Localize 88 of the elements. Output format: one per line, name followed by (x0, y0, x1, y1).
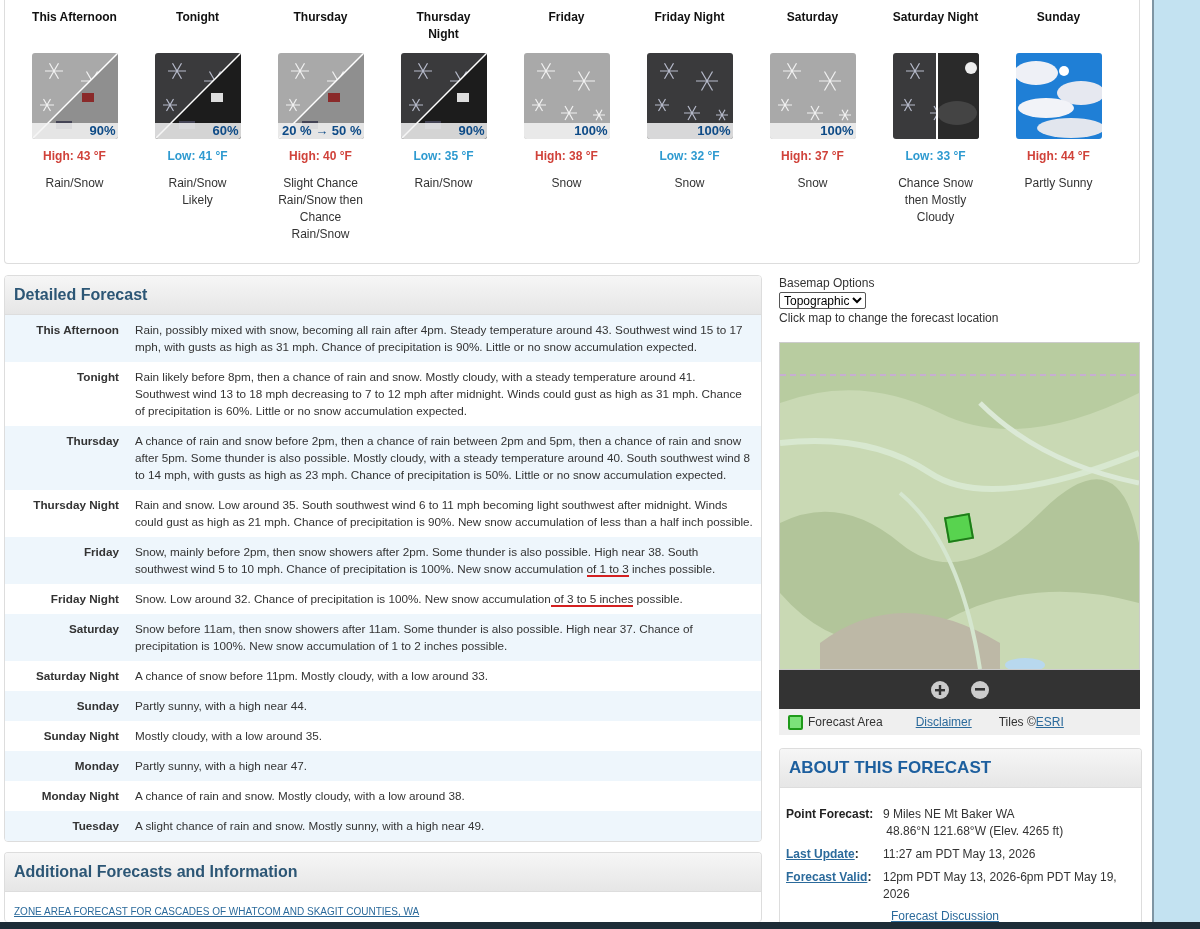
zoom-out-button[interactable] (970, 680, 989, 699)
forecast-summary: Slight Chance Rain/Snow then Chance Rain/Snow (277, 175, 364, 243)
period-label: Sunday (75, 698, 119, 714)
precip-chance: 100% (697, 123, 731, 139)
period-label: Sunday Night (42, 728, 119, 744)
period-label: Friday Night (49, 591, 119, 607)
period-label: Tuesday (71, 818, 119, 834)
legend-label: Forecast Area (808, 715, 883, 729)
period-label: Friday (82, 544, 119, 560)
precip-chance: 90% (458, 123, 485, 139)
minus-icon (974, 688, 985, 691)
period-name: Thursday Night (416, 9, 471, 43)
about-value: 11:27 am PDT May 13, 2026 (883, 846, 1037, 863)
panel-title: Additional Forecasts and Information (14, 863, 298, 881)
period-label: This Afternoon (35, 322, 119, 338)
esri-link[interactable]: ESRI (1035, 715, 1064, 729)
precip-chance: 20 % → 50 % (282, 123, 362, 139)
forecast-summary: Partly Sunny (1023, 175, 1094, 192)
precip-chance: 100% (820, 123, 854, 139)
disclaimer-link[interactable]: Disclaimer (915, 715, 972, 729)
period-name: Tonight (175, 9, 220, 26)
period-name: Sunday (1036, 9, 1081, 26)
basemap-select[interactable]: Topographic (779, 292, 866, 309)
label-colon: : (854, 847, 859, 861)
period-label: Thursday Night (32, 497, 119, 513)
temperature: Low: 35 °F (413, 149, 474, 163)
period-name: Saturday (786, 9, 839, 26)
temperature: High: 37 °F (781, 149, 844, 163)
forecast-summary: Chance Snow then Mostly Cloudy (897, 175, 974, 226)
panel-title: Detailed Forecast (14, 286, 148, 304)
forecast-text: Rain, possibly mixed with snow, becoming all rain after 4pm. Steady temperature around 43. Southwest wind 15 to 17 mph, with gusts as high as 31 mph. Chance of precipitation is 90%. Little or no snow accumulation expected. (135, 322, 744, 355)
period-label: Saturday Night (34, 668, 119, 684)
forecast-summary: Snow (673, 175, 706, 192)
forecast-text: A chance of rain and snow before 2pm, then a chance of rain between 2pm and 5pm, then a chance of rain and snow after 5pm. Some thunder is also possible. Mostly cloudy, with a steady temperature around 40. South southwest wind 8 to 14 mph, with gusts as high as 23 mph. Chance of precipitation is 50%. Little or no snow accumulation expected. (135, 433, 751, 483)
forecast-text: Partly sunny, with a high near 47. (135, 758, 308, 774)
temperature: High: 43 °F (43, 149, 106, 163)
forecast-text: Rain and snow. Low around 35. South southwest wind 6 to 11 mph becoming light southwest after midnight. Winds could gust as high as 21 mph. Chance of precipitation is 90%. New snow accumulation of less than a half inch possible. (135, 497, 753, 530)
precip-chance: 90% (89, 123, 116, 139)
forecast-text: Partly sunny, with a high near 44. (135, 698, 308, 714)
period-name: Saturday Night (892, 9, 979, 26)
forecast-summary: Snow (550, 175, 583, 192)
forecast-text: Snow, mainly before 2pm, then snow showers after 2pm. Some thunder is also possible. High near 38. South southwest wind 5 to 10 mph. Chance of precipitation is 100%. New snow accumulation of 1 to 3 inches possible. (135, 544, 717, 577)
period-name: Friday (548, 9, 585, 26)
forecast-text: Snow before 11am, then snow showers after 11am. Some thunder is also possible. High near 37. Chance of precipitation is 100%. New snow accumulation of 1 to 2 inches possible. (135, 621, 694, 654)
forecast-summary: Rain/Snow (44, 175, 105, 192)
temperature: High: 40 °F (289, 149, 352, 163)
precip-chance: 60% (212, 123, 239, 139)
temperature: Low: 33 °F (905, 149, 966, 163)
period-label: Monday (73, 758, 119, 774)
forecast-text: Rain likely before 8pm, then a chance of rain and snow. Mostly cloudy, with a steady temperature around 41. Southwest wind 13 to 18 mph decreasing to 7 to 12 mph after midnight. Winds could gust as high as 31 mph. Chance of precipitation is 60%. Little or no snow accumulation expected. (135, 369, 743, 419)
about-value: 9 Miles NE Mt Baker WA (883, 806, 1016, 823)
forecast-summary: Rain/Snow (413, 175, 474, 192)
forecast-text: Mostly cloudy, with a low around 35. (135, 728, 323, 744)
panel-title: ABOUT THIS FORECAST (789, 758, 992, 778)
forecast-summary: Snow (796, 175, 829, 192)
temperature: High: 38 °F (535, 149, 598, 163)
forecast-text: Snow. Low around 32. Chance of precipitation is 100%. New snow accumulation of 3 to 5 inches possible. (135, 591, 684, 607)
forecast-text: A chance of snow before 11pm. Mostly cloudy, with a low around 33. (135, 668, 489, 684)
period-name: Friday Night (654, 9, 725, 26)
zone-forecast-link[interactable]: ZONE AREA FORECAST FOR CASCADES OF WHATCOM AND SKAGIT COUNTIES, WA (14, 906, 420, 917)
about-value: 48.86°N 121.68°W (Elev. 4265 ft) (885, 823, 1065, 840)
forecast-summary: Rain/Snow Likely (167, 175, 228, 209)
period-name: Thursday (293, 9, 348, 26)
period-label: Thursday (65, 433, 119, 449)
period-name: This Afternoon (32, 9, 117, 26)
forecast-area-swatch-icon (788, 714, 803, 730)
temperature: Low: 41 °F (167, 149, 228, 163)
about-label-link[interactable]: Last Update (786, 847, 855, 861)
temperature: High: 44 °F (1027, 149, 1090, 163)
plus-icon (934, 684, 945, 695)
forecast-discussion-link[interactable]: Forecast Discussion (891, 909, 1141, 922)
basemap-label: Basemap Options (779, 275, 876, 291)
about-value: 12pm PDT May 13, 2026-6pm PDT May 19, 2026 (883, 869, 1118, 903)
map-hint: Click map to change the forecast location (779, 310, 1000, 326)
tiles-credit: Tiles © (998, 715, 1036, 729)
period-label: Monday Night (40, 788, 119, 804)
snow-and-moon-icon (892, 53, 979, 139)
period-label: Tonight (76, 369, 119, 385)
forecast-text: A slight chance of rain and snow. Mostly sunny, with a high near 49. (135, 818, 486, 834)
label-colon: : (867, 870, 872, 884)
temperature: Low: 32 °F (659, 149, 720, 163)
period-label: Saturday (68, 621, 119, 637)
precip-chance: 100% (574, 123, 608, 139)
about-label: Point Forecast: (786, 807, 874, 821)
sun-and-clouds-icon (1015, 53, 1102, 139)
zoom-in-button[interactable] (930, 680, 949, 699)
forecast-text: A chance of rain and snow. Mostly cloudy, with a low around 38. (135, 788, 466, 804)
about-label-link[interactable]: Forecast Valid (786, 870, 868, 884)
